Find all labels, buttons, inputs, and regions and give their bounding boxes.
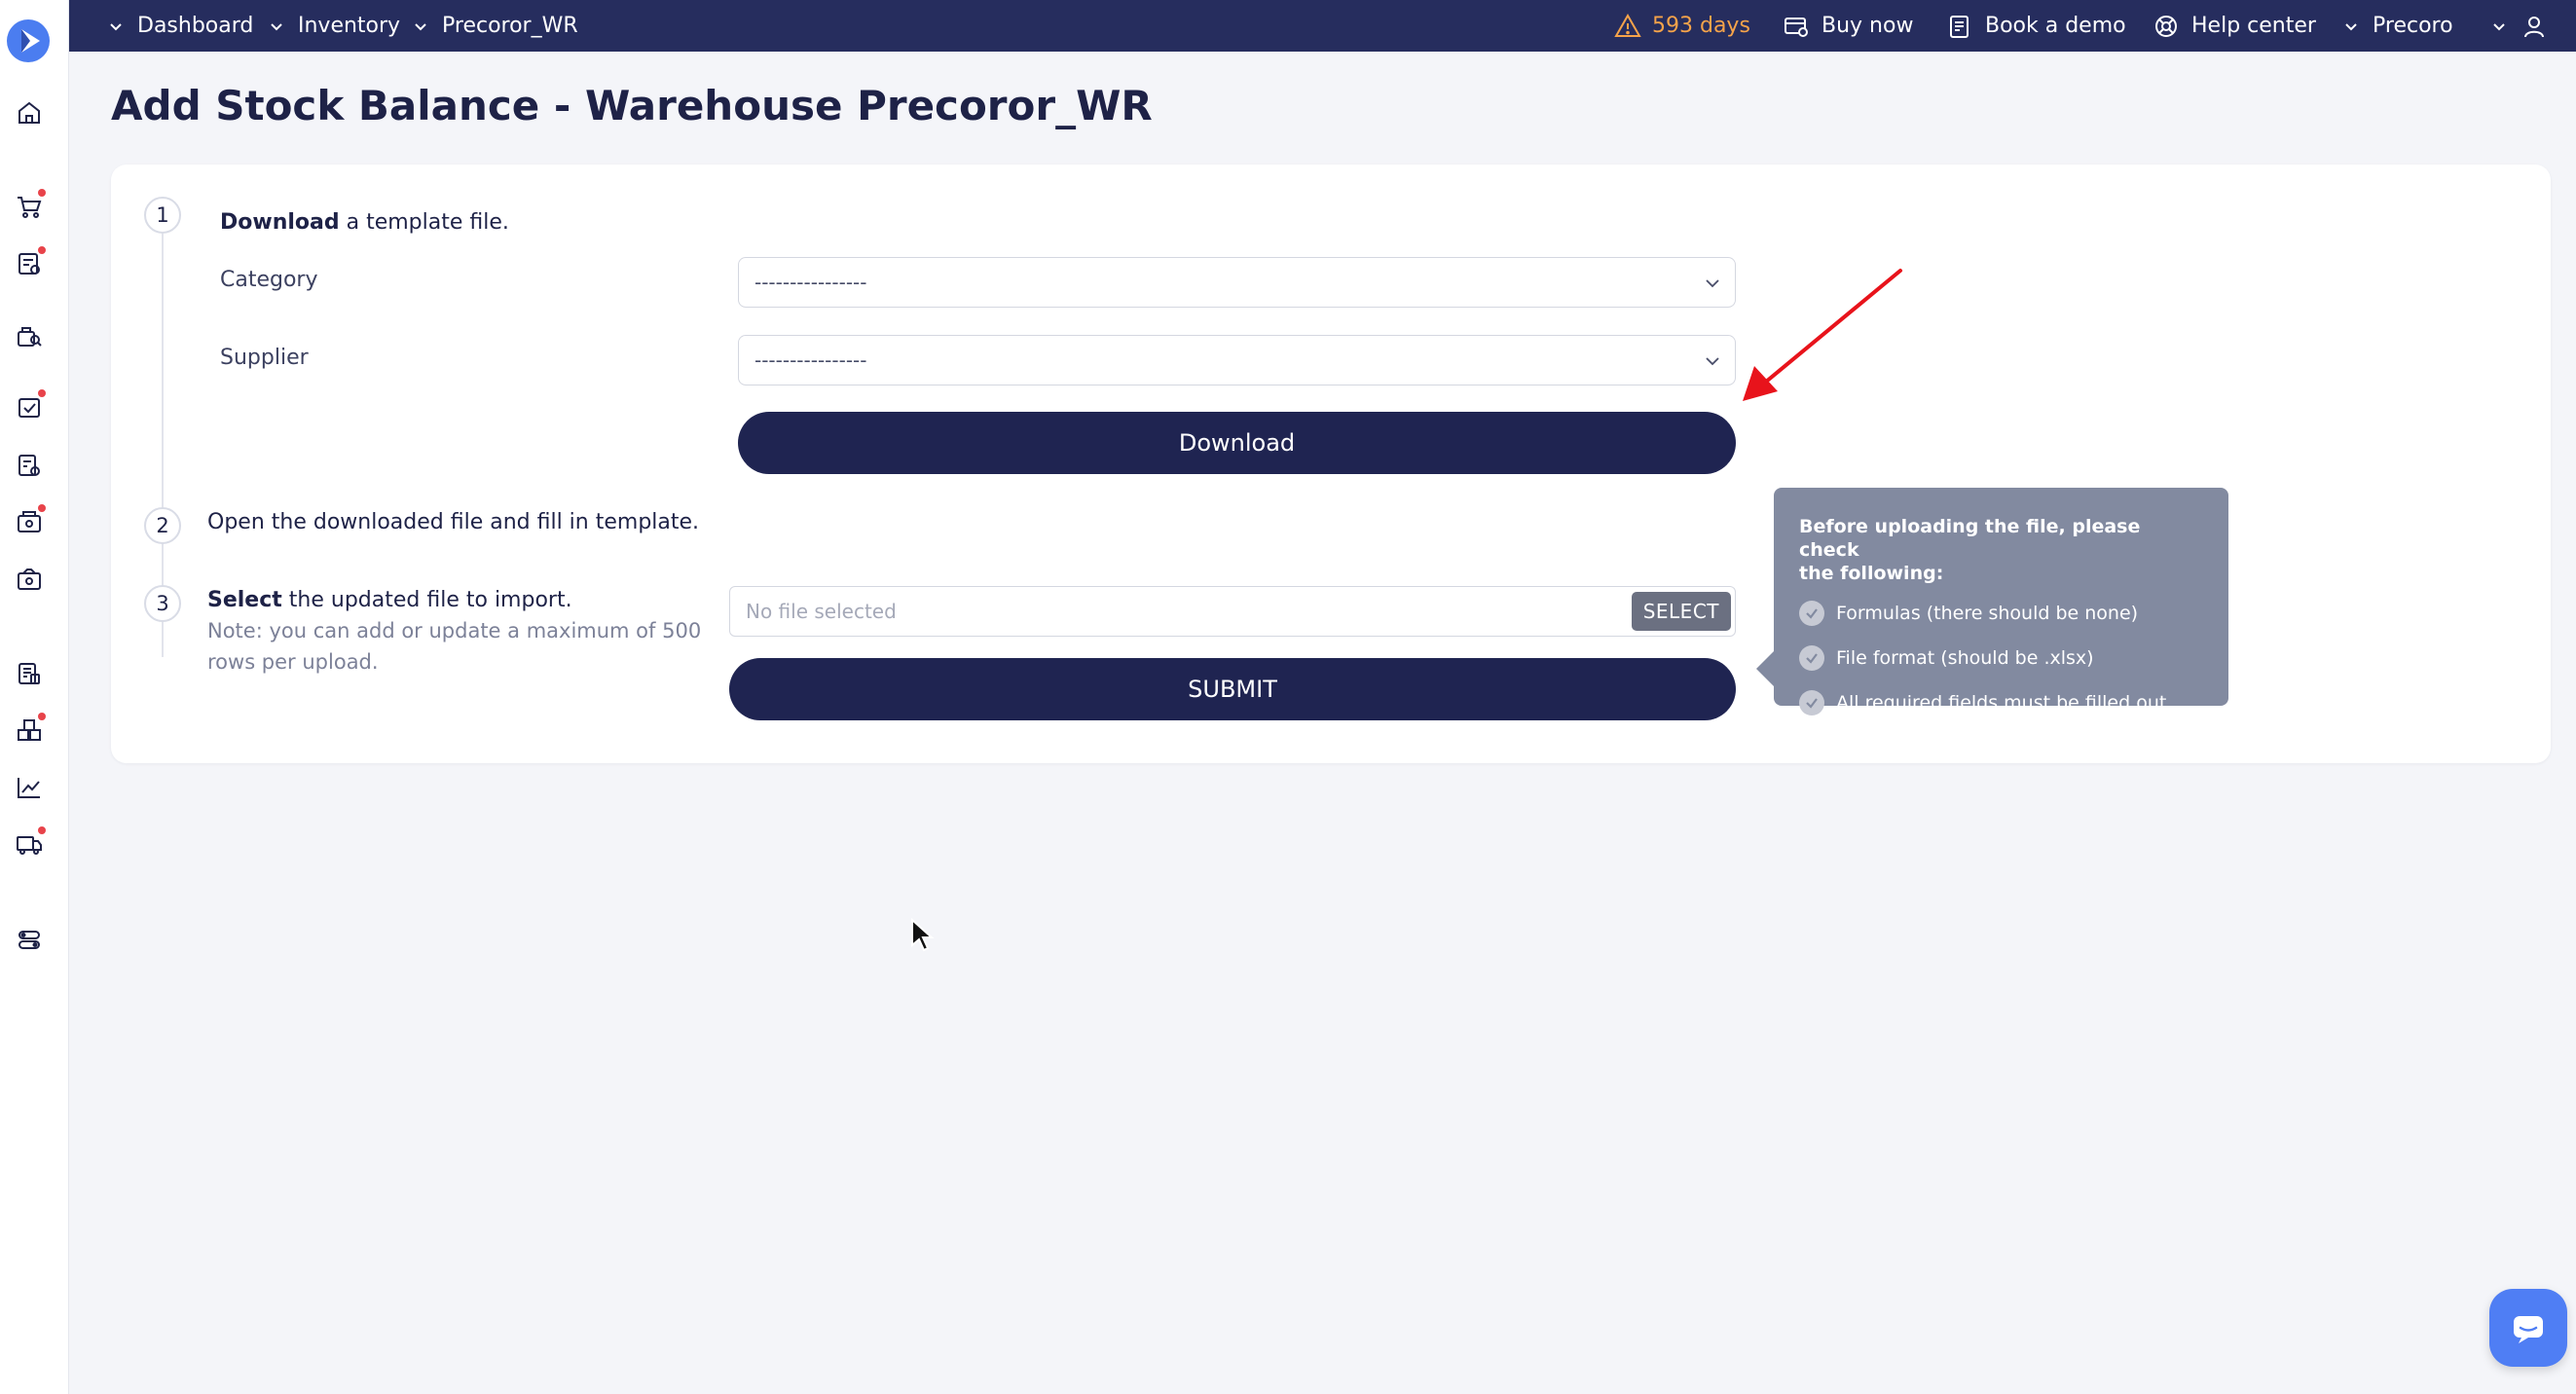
annotation-arrow [1743, 269, 1902, 401]
step-number-2: 2 [144, 507, 181, 544]
breadcrumb-inventory[interactable]: Inventory [269, 0, 400, 52]
home-icon[interactable] [14, 97, 45, 128]
checklist-item: Formulas (there should be none) [1799, 591, 2203, 636]
step2-instruction: Open the downloaded file and fill in tem… [207, 510, 700, 534]
step3-note-line2: rows per upload. [207, 650, 379, 674]
select-file-button[interactable]: SELECT [1631, 592, 1731, 631]
payments-icon[interactable] [14, 504, 46, 537]
sidebar [0, 0, 69, 1394]
chevron-down-icon [2345, 22, 2357, 30]
checklist-item: All required fields must be filled out [1799, 680, 2203, 725]
step-number-3: 3 [144, 585, 181, 622]
chevron-down-icon [2493, 22, 2505, 30]
tooltip-title-line2: the following: [1799, 563, 1944, 584]
breadcrumb-dashboard[interactable]: Dashboard [108, 0, 253, 52]
notification-dot [38, 504, 46, 512]
budgets-icon[interactable] [14, 564, 45, 595]
buy-now-link[interactable]: Buy now [1783, 0, 1913, 52]
step3-instruction: Select the updated file to import. [207, 588, 572, 612]
approvals-icon[interactable] [14, 389, 46, 422]
notification-dot [38, 246, 46, 254]
notification-dot [38, 826, 46, 834]
precoro-logo[interactable] [7, 19, 50, 62]
submit-button[interactable]: SUBMIT [729, 658, 1736, 720]
file-placeholder: No file selected [746, 600, 897, 623]
card-icon [1785, 17, 1808, 37]
supplier-label: Supplier [220, 346, 309, 370]
calendar-icon [1950, 15, 1969, 38]
category-value: ---------------- [754, 271, 867, 294]
inventory-icon[interactable] [14, 713, 46, 746]
step3-note-line1: Note: you can add or update a maximum of… [207, 619, 702, 642]
user-icon [2524, 16, 2544, 37]
category-label: Category [220, 268, 318, 292]
step1-instruction: Download a template file. [220, 210, 509, 235]
mouse-cursor-icon [911, 918, 935, 952]
chevron-down-icon [1706, 279, 1719, 288]
step-number-1: 1 [144, 197, 181, 234]
chevron-down-icon [271, 22, 282, 30]
notification-dot [38, 389, 46, 397]
upload-checklist-tooltip: Before uploading the file, please check … [1756, 488, 2228, 715]
step3-bold: Select [207, 588, 282, 612]
company-switcher[interactable]: Precoro [2343, 0, 2453, 52]
supplier-select[interactable]: ---------------- [738, 335, 1736, 385]
download-button[interactable]: Download [738, 412, 1736, 474]
receipts-icon[interactable] [14, 450, 45, 481]
supplier-value: ---------------- [754, 348, 867, 372]
step1-bold: Download [220, 210, 340, 235]
breadcrumb-warehouse[interactable]: Precoror_WR [413, 0, 578, 52]
check-circle-icon [1799, 690, 1824, 715]
purchase-cart-icon[interactable] [14, 189, 46, 222]
book-demo-link[interactable]: Book a demo [1946, 0, 2126, 52]
checklist-item: File format (should be .xlsx) [1799, 636, 2203, 680]
lifebuoy-icon [2155, 15, 2177, 37]
chevron-down-icon [1706, 357, 1719, 366]
chevron-down-icon [110, 22, 122, 30]
chevron-down-icon [415, 22, 426, 30]
topbar: Dashboard Inventory Precoror_WR 593 days… [69, 0, 2576, 52]
help-center-link[interactable]: Help center [2153, 0, 2316, 52]
step1-text: a template file. [339, 210, 509, 235]
page-title: Add Stock Balance - Warehouse Precoror_W… [111, 82, 1153, 129]
analytics-icon[interactable] [14, 772, 45, 803]
user-menu[interactable] [2491, 0, 2548, 52]
step3-text: the updated file to import. [281, 588, 572, 612]
chat-widget-button[interactable] [2489, 1289, 2567, 1367]
chat-icon [2514, 1316, 2543, 1343]
notification-dot [38, 189, 46, 197]
category-select[interactable]: ---------------- [738, 257, 1736, 308]
invoice-icon[interactable] [14, 246, 46, 279]
notification-dot [38, 713, 46, 720]
settings-icon[interactable] [14, 924, 45, 955]
catalog-icon[interactable] [14, 658, 45, 689]
check-circle-icon [1799, 645, 1824, 671]
supplier-delivery-icon[interactable] [14, 826, 46, 860]
file-input[interactable]: No file selected SELECT [729, 586, 1736, 637]
check-circle-icon [1799, 601, 1824, 626]
warning-icon [1614, 13, 1641, 37]
tooltip-title-line1: Before uploading the file, please check [1799, 516, 2141, 561]
warehouse-icon[interactable] [14, 320, 45, 351]
trial-days-indicator[interactable]: 593 days [1613, 0, 1750, 52]
tooltip-title: Before uploading the file, please check … [1799, 515, 2203, 585]
